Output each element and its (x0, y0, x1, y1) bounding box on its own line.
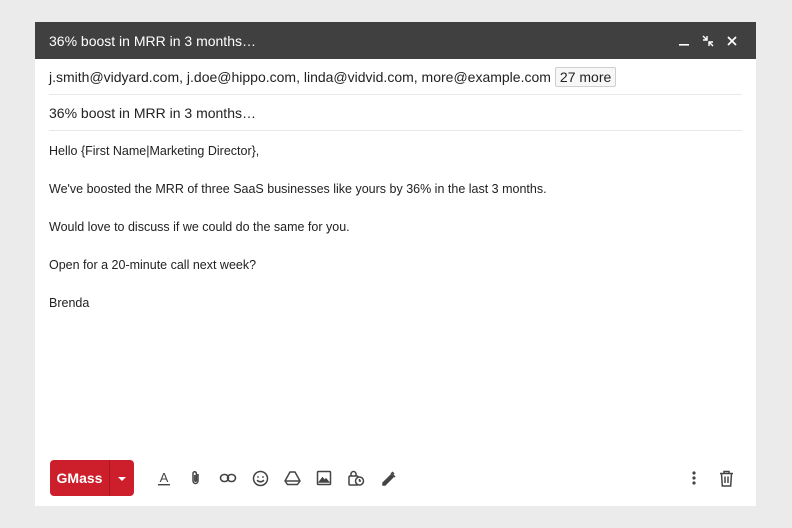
body-line: Hello {First Name|Marketing Director}, (49, 144, 260, 158)
body-line: Would love to discuss if we could do the… (49, 220, 350, 234)
close-icon[interactable] (720, 29, 744, 53)
more-options-icon[interactable] (678, 462, 710, 494)
recipients-field[interactable]: j.smith@vidyard.com, j.doe@hippo.com, li… (49, 59, 742, 95)
drive-icon[interactable] (276, 462, 308, 494)
compose-titlebar[interactable]: 36% boost in MRR in 3 months… (35, 22, 756, 59)
body-line: We've boosted the MRR of three SaaS busi… (49, 182, 547, 196)
gmass-dropdown-button[interactable] (109, 460, 134, 496)
more-recipients-chip[interactable]: 27 more (554, 66, 617, 87)
emoji-icon[interactable] (244, 462, 276, 494)
subject-text: 36% boost in MRR in 3 months… (49, 104, 256, 121)
message-body[interactable]: Hello {First Name|Marketing Director}, W… (35, 131, 756, 333)
gmass-send-group: GMass (50, 460, 134, 496)
attach-icon[interactable] (180, 462, 212, 494)
body-line: Open for a 20-minute call next week? (49, 258, 257, 272)
caret-down-icon (117, 469, 127, 487)
gmass-send-button[interactable]: GMass (50, 460, 109, 496)
trash-icon[interactable] (710, 462, 742, 494)
exit-fullscreen-icon[interactable] (696, 29, 720, 53)
recipients-list: j.smith@vidyard.com, j.doe@hippo.com, li… (49, 68, 551, 85)
signature-icon[interactable] (372, 462, 404, 494)
link-icon[interactable] (212, 462, 244, 494)
body-line: Brenda (49, 296, 90, 310)
photo-icon[interactable] (308, 462, 340, 494)
compose-toolbar: GMass A (50, 460, 742, 496)
compose-window: 36% boost in MRR in 3 months… j.smith@vi… (35, 22, 756, 506)
svg-text:A: A (160, 470, 169, 485)
window-title: 36% boost in MRR in 3 months… (49, 32, 256, 49)
confidential-icon[interactable] (340, 462, 372, 494)
format-text-icon[interactable]: A (148, 462, 180, 494)
minimize-icon[interactable] (672, 29, 696, 53)
subject-field[interactable]: 36% boost in MRR in 3 months… (49, 95, 742, 131)
